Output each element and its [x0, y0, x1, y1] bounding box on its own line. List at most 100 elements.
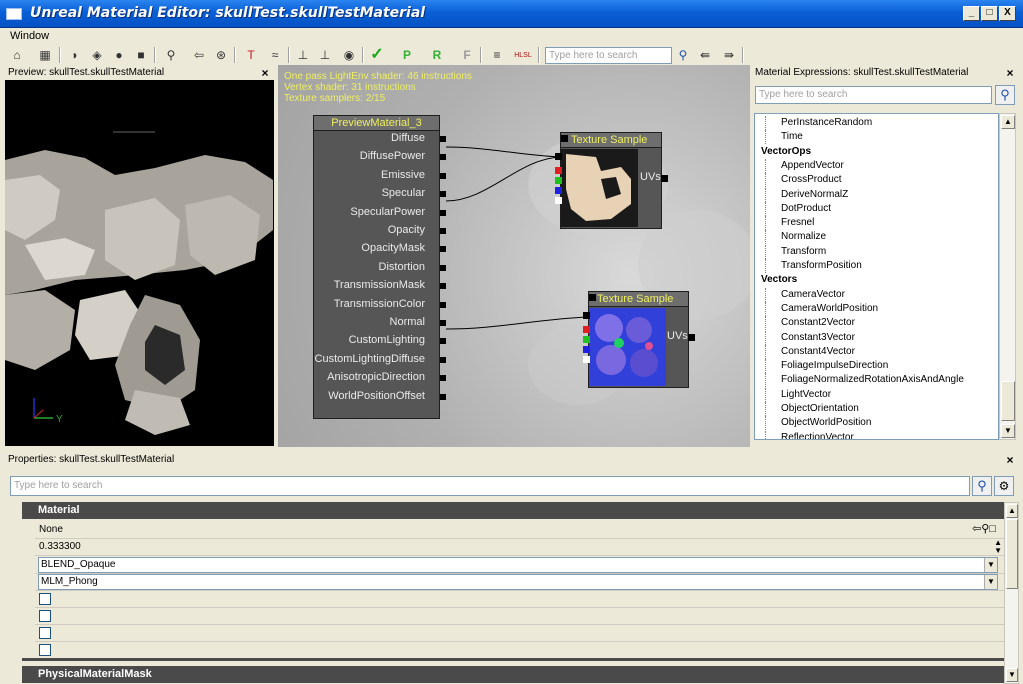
expression-item[interactable]: Normalize [765, 230, 826, 245]
material-input-connector[interactable] [440, 191, 446, 198]
category-physical-material-mask[interactable]: PhysicalMaterialMask [22, 666, 1004, 683]
expressions-scrollbar[interactable]: ▲ ▼ [999, 113, 1016, 440]
expressions-search-icon[interactable]: ⚲ [995, 85, 1015, 105]
r-toggle[interactable]: R [428, 46, 446, 64]
expression-item[interactable]: CameraVector [765, 287, 845, 302]
expressions-search-input[interactable]: Type here to search [755, 86, 992, 104]
scroll-up-arrow-icon[interactable]: ▲ [1001, 115, 1015, 129]
expression-item[interactable]: Fresnel [765, 216, 814, 231]
expression-category[interactable]: VectorOps [761, 145, 811, 159]
expression-item[interactable]: FoliageImpulseDirection [765, 359, 888, 374]
expressions-close-button[interactable]: × [1003, 66, 1017, 80]
props-scroll-up-icon[interactable]: ▲ [1006, 504, 1018, 518]
material-graph-canvas[interactable]: One pass LightEnv shader: 46 instruction… [278, 65, 750, 447]
expression-item[interactable]: ReflectionVector [765, 430, 854, 439]
material-output-node[interactable]: PreviewMaterial_3 Diffuse DiffusePower Emi… [313, 115, 446, 419]
material-input-connector[interactable] [440, 264, 446, 271]
grid-icon[interactable]: ▦ [36, 46, 54, 64]
text-lines-icon[interactable]: ≡ [488, 46, 506, 64]
plane-icon[interactable]: ■ [132, 46, 150, 64]
properties-search-icon[interactable]: ⚲ [972, 476, 992, 496]
checkbox-1[interactable] [39, 593, 51, 605]
texture-sample-node-1[interactable]: Texture Sample UVs [555, 132, 668, 229]
material-input-connector[interactable] [440, 154, 446, 161]
opacity-mask-clip-value[interactable]: 0.333300 [39, 541, 81, 552]
home-icon[interactable]: ⌂ [8, 46, 26, 64]
blend-mode-dropdown[interactable]: BLEND_Opaque ▼ [38, 557, 998, 573]
find-prev-icon[interactable]: ⇚ [696, 46, 714, 64]
search-icon[interactable]: ⚲ [674, 46, 692, 64]
property-row-actions-icon[interactable]: ⇦⚲□ [972, 522, 996, 535]
lighting-model-dropdown[interactable]: MLM_Phong ▼ [38, 574, 998, 590]
minimize-button[interactable]: _ [963, 6, 980, 21]
expression-item[interactable]: CrossProduct [765, 173, 842, 188]
eye-icon[interactable]: ◉ [340, 46, 358, 64]
expression-item[interactable]: Constant4Vector [765, 344, 855, 359]
material-input-connector[interactable] [440, 246, 446, 253]
expression-item[interactable]: TransformPosition [765, 259, 862, 273]
material-input-connector[interactable] [440, 375, 446, 382]
expression-item[interactable]: DeriveNormalZ [765, 187, 848, 202]
expression-item[interactable]: CameraWorldPosition [765, 301, 878, 316]
checkbox-2[interactable] [39, 610, 51, 622]
expression-item[interactable]: LightVector [765, 387, 831, 402]
hlsl-button[interactable]: HLSL [514, 46, 532, 64]
expression-category[interactable]: Vectors [761, 273, 797, 287]
menu-window[interactable]: Window [10, 30, 49, 42]
home-node-icon[interactable]: ⊛ [212, 46, 230, 64]
expression-item[interactable]: Time [765, 130, 803, 145]
find-next-icon[interactable]: ⇛ [720, 46, 738, 64]
back-arrow-icon[interactable]: ⇦ [190, 46, 208, 64]
properties-options-icon[interactable]: ⚙ [994, 476, 1014, 496]
material-input-connector[interactable] [440, 338, 446, 345]
scroll-down-arrow-icon[interactable]: ▼ [1001, 424, 1015, 438]
expression-item[interactable]: ObjectWorldPosition [765, 416, 871, 431]
expression-item[interactable]: Constant3Vector [765, 330, 855, 345]
material-input-connector[interactable] [440, 356, 446, 363]
expression-item[interactable]: PerInstanceRandom [765, 116, 872, 130]
material-input-connector[interactable] [440, 172, 446, 179]
preview-viewport[interactable]: Y [5, 80, 274, 446]
checkbox-4[interactable] [39, 644, 51, 656]
apply-check-icon[interactable]: ✓ [368, 46, 386, 64]
toolbar-search-input[interactable]: Type here to search [545, 47, 672, 64]
props-scroll-thumb[interactable] [1006, 519, 1018, 589]
texture-sample-node-2[interactable]: Texture Sample UVs [583, 291, 695, 388]
connector2-icon[interactable]: ⊥ [316, 46, 334, 64]
scroll-thumb[interactable] [1001, 381, 1015, 421]
properties-scrollbar[interactable]: ▲ ▼ [1004, 502, 1019, 684]
expression-item[interactable]: Constant2Vector [765, 316, 855, 331]
props-scroll-down-icon[interactable]: ▼ [1006, 668, 1018, 682]
material-input-pin-label: TransmissionColor [333, 297, 425, 310]
expression-item[interactable]: ObjectOrientation [765, 402, 859, 416]
maximize-button[interactable]: □ [981, 6, 998, 21]
material-input-connector[interactable] [440, 228, 446, 234]
preview-close-button[interactable]: × [258, 66, 272, 80]
expression-item[interactable]: AppendVector [765, 158, 844, 173]
material-input-connector[interactable] [440, 393, 446, 400]
curves-icon[interactable]: ≈ [266, 46, 284, 64]
expressions-tree[interactable]: PerInstanceRandom Time VectorOps AppendVect… [754, 113, 999, 440]
connector-icon[interactable]: ⊥ [294, 46, 312, 64]
checkbox-3[interactable] [39, 627, 51, 639]
properties-close-button[interactable]: × [1003, 453, 1017, 467]
expression-item[interactable]: FoliageNormalizedRotationAxisAndAngle [765, 373, 964, 388]
toggle-t-icon[interactable]: T [242, 46, 260, 64]
sphere-icon[interactable]: ● [110, 46, 128, 64]
close-window-button[interactable]: X [999, 6, 1016, 21]
material-input-connector[interactable] [440, 320, 446, 326]
cylinder-icon[interactable]: ◗ [66, 46, 84, 64]
spin-arrows-icon[interactable]: ▲ ▼ [994, 539, 1002, 555]
expression-item[interactable]: Transform [765, 244, 826, 259]
material-input-connector[interactable] [440, 209, 446, 216]
expression-item[interactable]: DotProduct [765, 201, 831, 216]
find-icon[interactable]: ⚲ [162, 46, 180, 64]
p-toggle[interactable]: P [398, 46, 416, 64]
properties-search-input[interactable]: Type here to search [10, 476, 970, 496]
category-material[interactable]: Material [22, 502, 1004, 519]
material-input-connector[interactable] [440, 301, 446, 308]
cube-icon[interactable]: ◈ [88, 46, 106, 64]
f-toggle[interactable]: F [458, 46, 476, 64]
material-input-connector[interactable] [440, 283, 446, 290]
material-input-connector[interactable] [440, 136, 446, 142]
